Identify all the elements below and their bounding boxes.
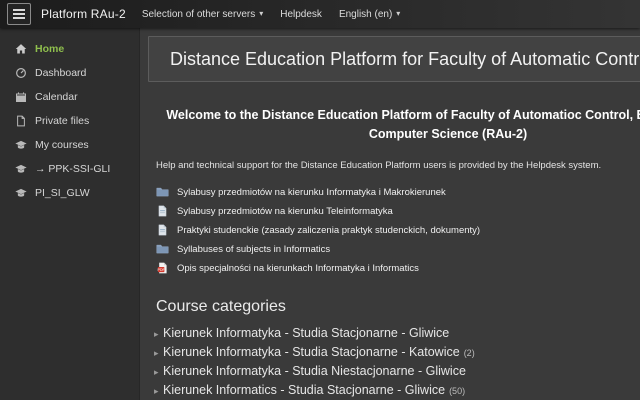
topbar-menu-item-label: English (en): [338, 8, 393, 20]
sidebar-item-pi-si-glw[interactable]: PI_SI_GLW: [0, 181, 139, 205]
course-category-item[interactable]: ▸ Kierunek Informatyka - Studia Stacjonar…: [154, 345, 640, 364]
dashboard-icon: [15, 67, 27, 79]
topbar-menu: Selection of other servers ▾ Helpdesk Engli…: [142, 9, 400, 20]
graduation-cap-icon: [15, 187, 27, 199]
chevron-down-icon: ▾: [259, 9, 264, 18]
folder-icon: [156, 186, 169, 198]
course-category-link[interactable]: Kierunek Informatics - Studia Stacjonarn…: [163, 383, 445, 397]
page-header-card: Distance Education Platform for Faculty …: [148, 36, 640, 82]
sidebar-item-dashboard[interactable]: Dashboard: [0, 61, 139, 85]
sidebar-item-label: → PPK-SSI-GLI: [35, 163, 111, 175]
topbar-menu-item-label: Helpdesk: [280, 8, 322, 20]
graduation-cap-icon: [15, 163, 27, 175]
topbar-menu-item-helpdesk[interactable]: Helpdesk: [280, 9, 322, 20]
course-category-link[interactable]: Kierunek Informatyka - Studia Stacjonarn…: [163, 345, 460, 359]
resource-link-label: Praktyki studenckie (zasady zaliczenia p…: [177, 224, 481, 236]
course-category-item[interactable]: ▸ Kierunek Informatyka - Studia Stacjonar…: [154, 326, 640, 345]
sidebar-item-ppk-ssi-gli[interactable]: → PPK-SSI-GLI: [0, 157, 139, 181]
resource-link[interactable]: PDF Opis specjalności na kierunkach Infor…: [156, 259, 640, 278]
course-category-link[interactable]: Kierunek Informatyka - Studia Stacjonarn…: [163, 326, 449, 340]
welcome-line-2: Computer Science (RAu-2): [368, 127, 528, 142]
triangle-right-icon: ▸: [154, 385, 159, 396]
sidebar-item-label: Home: [35, 43, 65, 55]
document-icon: [156, 224, 169, 236]
sidebar-item-label: My courses: [35, 139, 89, 151]
sidebar-item-label: Calendar: [35, 91, 78, 103]
sidebar-item-label: Dashboard: [35, 67, 87, 79]
page-layout: Home Dashboard Calendar Private files My cou…: [0, 28, 640, 400]
nav-drawer: Home Dashboard Calendar Private files My cou…: [0, 28, 140, 400]
welcome-line-1: Welcome to the Distance Education Platfo…: [166, 108, 640, 122]
resource-link-label: Sylabusy przedmiotów na kierunku Teleinf…: [177, 205, 393, 217]
resource-link[interactable]: Sylabusy przedmiotów na kierunku Teleinf…: [156, 202, 640, 221]
topbar-menu-item-selection-of-other-servers[interactable]: Selection of other servers ▾: [142, 9, 263, 20]
resource-link[interactable]: Syllabuses of subjects in Informatics: [156, 240, 640, 259]
home-icon: [15, 43, 27, 55]
sidebar-nav-list: Home Dashboard Calendar Private files My cou…: [0, 37, 139, 205]
sidebar-item-home[interactable]: Home: [0, 37, 139, 61]
sidebar-item-label: PI_SI_GLW: [35, 187, 90, 199]
resource-link[interactable]: Praktyki studenckie (zasady zaliczenia p…: [156, 221, 640, 240]
course-category-list: ▸ Kierunek Informatyka - Studia Stacjonar…: [148, 326, 640, 400]
sidebar-item-private-files[interactable]: Private files: [0, 109, 139, 133]
course-category-item[interactable]: ▸ Kierunek Informatyka - Studia Niestacjo…: [154, 364, 640, 383]
graduation-cap-icon: [15, 139, 27, 151]
topbar-menu-item-label: Selection of other servers: [141, 8, 256, 20]
course-count-badge: (50): [449, 385, 466, 396]
triangle-right-icon: ▸: [154, 347, 159, 358]
resource-link-list: Sylabusy przedmiotów na kierunku Informa…: [148, 183, 640, 278]
resource-link[interactable]: Sylabusy przedmiotów na kierunku Informa…: [156, 183, 640, 202]
resource-link-label: Sylabusy przedmiotów na kierunku Informa…: [177, 186, 446, 198]
resource-link-label: Syllabuses of subjects in Informatics: [177, 243, 331, 255]
triangle-right-icon: ▸: [154, 328, 159, 339]
top-navbar: Platform RAu-2 Selection of other server…: [0, 0, 640, 28]
course-categories-heading: Course categories: [156, 297, 286, 315]
sidebar-item-my-courses[interactable]: My courses: [0, 133, 139, 157]
site-brand[interactable]: Platform RAu-2: [41, 7, 126, 21]
topbar-menu-item-english-en-[interactable]: English (en) ▾: [339, 9, 400, 20]
calendar-icon: [15, 91, 27, 103]
sidebar-item-label: Private files: [35, 115, 90, 127]
course-category-link[interactable]: Kierunek Informatyka - Studia Niestacjon…: [163, 364, 466, 378]
chevron-down-icon: ▾: [396, 9, 401, 18]
main-content: Distance Education Platform for Faculty …: [140, 28, 640, 400]
triangle-right-icon: ▸: [154, 366, 159, 377]
pdf-icon: PDF: [156, 262, 169, 274]
course-category-item[interactable]: ▸ Kierunek Informatics - Studia Stacjonar…: [154, 383, 640, 400]
document-icon: [156, 205, 169, 217]
svg-text:PDF: PDF: [157, 268, 165, 272]
sidebar-item-calendar[interactable]: Calendar: [0, 85, 139, 109]
course-count-badge: (2): [463, 347, 475, 358]
welcome-message: Welcome to the Distance Education Platfo…: [148, 106, 640, 145]
file-icon: [15, 115, 27, 127]
hamburger-menu-button[interactable]: [7, 3, 31, 25]
page-title: Distance Education Platform for Faculty …: [170, 48, 640, 69]
helpdesk-info-text: Help and technical support for the Dista…: [156, 159, 602, 171]
folder-icon: [156, 243, 169, 255]
resource-link-label: Opis specjalności na kierunkach Informat…: [177, 262, 419, 274]
